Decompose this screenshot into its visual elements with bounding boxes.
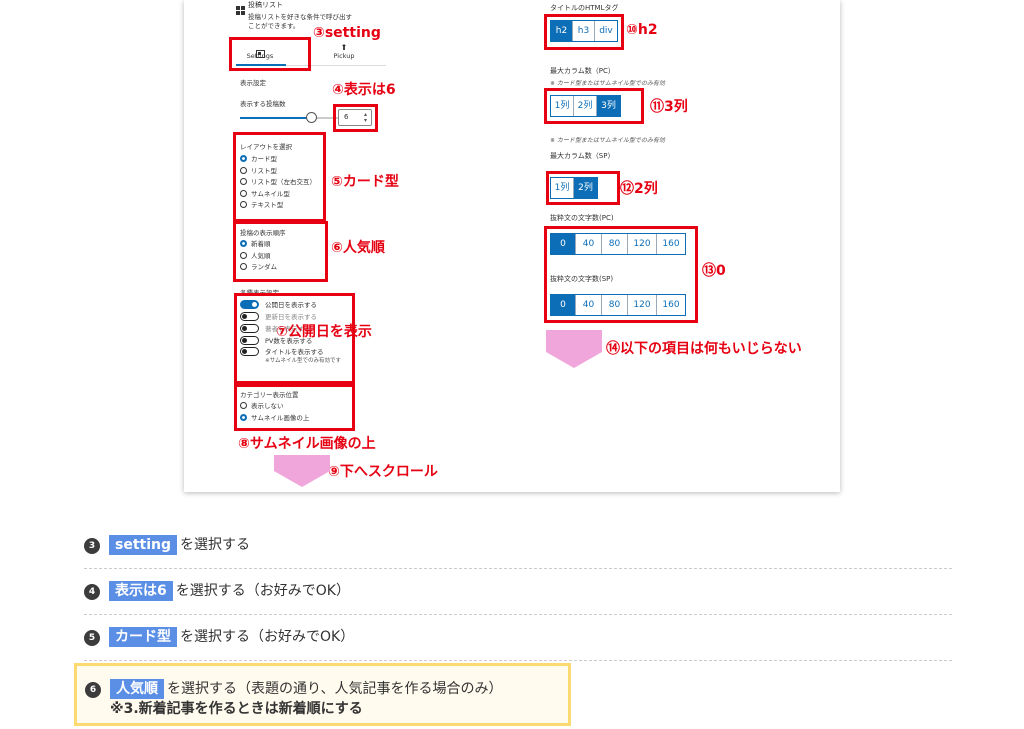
annotation-9: ⑨下へスクロール <box>328 464 438 480</box>
step-3: 3 setting を選択する <box>84 535 952 555</box>
annotation-10: ⑩h2 <box>626 22 658 38</box>
annotation-12: ⑫2列 <box>620 181 658 197</box>
highlight-box-col-sp <box>546 171 620 205</box>
step-divider <box>84 660 952 661</box>
post-list-block-icon <box>236 0 245 19</box>
annotation-6: ⑥人気順 <box>331 240 385 256</box>
highlight-box-col-pc <box>544 88 644 124</box>
highlight-box-layout <box>233 132 326 222</box>
step-highlight: カード型 <box>109 627 177 647</box>
post-list-title: 投稿リスト <box>248 1 283 9</box>
annotation-4: ④表示は6 <box>332 82 396 98</box>
settings-screenshot: 投稿リスト 投稿リストを好きな条件で呼び出す ことができます。 Settings… <box>184 0 840 492</box>
step-text: を選択する <box>180 537 250 553</box>
excerpt-pc-label: 抜粋文の文字数(PC) <box>550 214 614 222</box>
highlight-box-order <box>233 221 328 282</box>
highlight-box-tag <box>544 14 624 50</box>
step-text: を選択する（表題の通り、人気記事を作る場合のみ） <box>167 681 503 697</box>
max-col-pc-label: 最大カラム数（PC） <box>550 67 615 75</box>
annotation-8: ⑧サムネイル画像の上 <box>238 436 376 452</box>
step-4: 4 表示は6 を選択する（お好みでOK） <box>84 581 952 601</box>
step-number: 5 <box>84 630 100 646</box>
step-text: を選択する（お好みでOK） <box>180 629 355 645</box>
step-6: 6 人気順 を選択する（表題の通り、人気記事を作る場合のみ） <box>77 666 945 699</box>
title-tag-label: タイトルのHTMLタグ <box>550 4 619 12</box>
step-5: 5 カード型 を選択する（お好みでOK） <box>84 627 952 647</box>
annotation-14: ⑭以下の項目は何もいじらない <box>606 341 802 357</box>
post-list-desc-2: ことができます。 <box>248 22 300 30</box>
tab-pickup-label: Pickup <box>333 52 355 60</box>
annotation-11: ⑪3列 <box>650 99 688 115</box>
step-highlight: 表示は6 <box>109 581 173 601</box>
post-count-slider-thumb[interactable] <box>306 112 317 123</box>
step-6-note-box: 6 人気順 を選択する（表題の通り、人気記事を作る場合のみ） ※3.新着記事を作ると… <box>74 663 571 726</box>
annotation-5: ⑤カード型 <box>331 174 399 190</box>
step-number: 6 <box>85 682 101 698</box>
step-number: 4 <box>84 584 100 600</box>
annotation-13: ⑬0 <box>702 263 726 279</box>
highlight-box-count <box>333 104 378 132</box>
step-highlight: setting <box>109 535 177 555</box>
post-count-label: 表示する投稿数 <box>240 100 286 108</box>
step-highlight: 人気順 <box>110 679 164 699</box>
annotation-7: ⑦公開日を表示 <box>276 324 372 340</box>
annotation-3: ③setting <box>313 25 381 41</box>
col-note-sp: ※ カード型またはサムネイル型でのみ有効 <box>550 137 665 144</box>
skip-arrow-icon <box>546 352 602 368</box>
step-divider <box>84 614 952 615</box>
tab-pickup[interactable]: ⬆ Pickup <box>314 43 374 60</box>
highlight-box-excerpt <box>544 226 698 323</box>
display-settings-label: 表示設定 <box>240 79 266 87</box>
step-number: 3 <box>84 538 100 554</box>
max-col-sp-label: 最大カラム数（SP） <box>550 152 615 160</box>
post-count-slider-fill <box>240 117 310 119</box>
step-6-subnote: ※3.新着記事を作るときは新着順にする <box>110 701 363 717</box>
skip-arrow-body <box>546 330 602 352</box>
scroll-down-arrow-icon <box>274 471 330 487</box>
pin-icon: ⬆ <box>340 43 348 52</box>
highlight-box-category <box>234 384 355 431</box>
step-divider <box>84 568 952 569</box>
col-note-pc: ※ カード型またはサムネイル型でのみ有効 <box>550 80 665 87</box>
step-text: を選択する（お好みでOK） <box>175 583 350 599</box>
highlight-box-settings <box>229 37 311 71</box>
scroll-down-arrow-body <box>274 455 330 471</box>
